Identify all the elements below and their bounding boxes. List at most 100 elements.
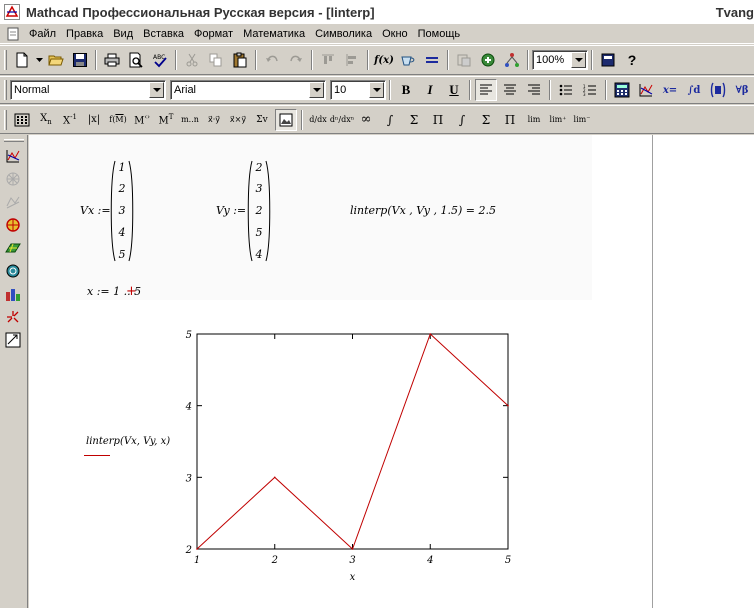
definite-integral-icon[interactable]: ∫ [379, 109, 401, 131]
toolbar-grip[interactable] [4, 50, 7, 70]
menu-window[interactable]: Окно [377, 28, 413, 40]
bold-button[interactable]: B [395, 79, 417, 101]
dot-product-icon[interactable]: x⃗·y⃗ [203, 109, 225, 131]
evaluation-toolbar-icon[interactable]: x= [659, 79, 681, 101]
italic-button[interactable]: I [419, 79, 441, 101]
menu-file[interactable]: Файл [24, 28, 61, 40]
align-top-icon[interactable] [317, 49, 339, 71]
open-folder-icon[interactable] [45, 49, 67, 71]
vy-definition-label[interactable]: Vy := [216, 204, 246, 217]
picture-icon[interactable] [275, 108, 297, 131]
graph-palette-icon[interactable] [2, 145, 24, 167]
transpose-icon[interactable]: MT [155, 109, 177, 131]
insert-component-icon[interactable] [453, 49, 475, 71]
copy-icon[interactable] [205, 49, 227, 71]
help-question-icon[interactable]: ? [621, 49, 643, 71]
worksheet[interactable]: Vx := 1 2 3 4 5 Vy := 2 3 2 5 4 linterp(… [29, 135, 754, 608]
calculate-icon[interactable] [421, 49, 443, 71]
font-select[interactable]: Arial [170, 80, 326, 100]
numbered-list-icon[interactable]: 123 [579, 79, 601, 101]
vx-matrix[interactable]: 1 2 3 4 5 [109, 159, 135, 263]
align-center-icon[interactable] [499, 79, 521, 101]
summation-icon[interactable]: Σ [403, 109, 425, 131]
range-variable-icon[interactable]: m..n [179, 109, 201, 131]
toolbar-grip[interactable] [4, 80, 7, 100]
svg-text:3: 3 [583, 92, 586, 96]
derivative-icon[interactable]: d/dx [307, 109, 329, 131]
zoom-select[interactable]: 100% [532, 50, 588, 70]
contour-plot-icon[interactable] [2, 214, 24, 236]
vector-sum-icon[interactable]: Σv [251, 109, 273, 131]
vy-matrix[interactable]: 2 3 2 5 4 [246, 159, 272, 263]
redo-icon[interactable] [285, 49, 307, 71]
right-limit-icon[interactable]: lim⁺ [547, 109, 569, 131]
determinant-icon[interactable]: |x| [83, 109, 105, 131]
component-wizard-icon[interactable] [477, 49, 499, 71]
chevron-down-icon[interactable] [369, 82, 384, 98]
inverse-icon[interactable]: X-1 [59, 109, 81, 131]
menu-help[interactable]: Помощь [413, 28, 466, 40]
cross-product-icon[interactable]: x⃗×y⃗ [227, 109, 249, 131]
document-icon[interactable] [6, 27, 20, 41]
vectorize-icon[interactable]: f(M) [107, 109, 129, 131]
iterated-product-icon[interactable]: Π [427, 109, 449, 131]
column-icon[interactable]: M‹› [131, 109, 153, 131]
infinity-icon[interactable]: ∞ [355, 109, 377, 131]
paste-icon[interactable] [229, 49, 251, 71]
align-right-icon[interactable] [523, 79, 545, 101]
bar-chart-icon[interactable] [2, 283, 24, 305]
left-limit-icon[interactable]: lim⁻ [571, 109, 593, 131]
range-sum-icon[interactable]: Σ [475, 109, 497, 131]
surface-plot-icon[interactable] [2, 191, 24, 213]
insert-unit-icon[interactable] [397, 49, 419, 71]
toolbar-grip[interactable] [4, 109, 7, 130]
font-size-select[interactable]: 10 [330, 80, 386, 100]
new-dropdown-icon[interactable] [35, 49, 43, 71]
menu-insert[interactable]: Вставка [138, 28, 189, 40]
print-preview-icon[interactable] [125, 49, 147, 71]
range-product-icon[interactable]: Π [499, 109, 521, 131]
3d-bar-icon[interactable] [2, 260, 24, 282]
chevron-down-icon[interactable] [309, 82, 324, 98]
align-down-icon[interactable] [341, 49, 363, 71]
subscript-icon[interactable]: Xn [35, 109, 57, 131]
xy-plot[interactable]: 123452345x [184, 325, 529, 595]
menu-math[interactable]: Математика [238, 28, 310, 40]
polar-plot-icon[interactable] [2, 168, 24, 190]
resource-center-icon[interactable] [501, 49, 523, 71]
insert-matrix-icon[interactable] [11, 109, 33, 131]
menu-format[interactable]: Формат [189, 28, 238, 40]
graph-toolbar-icon[interactable] [635, 79, 657, 101]
vx-definition-label[interactable]: Vx := [80, 204, 111, 217]
menu-view[interactable]: Вид [108, 28, 138, 40]
greek-toolbar-icon[interactable]: ∀β [731, 79, 753, 101]
align-left-icon[interactable] [475, 79, 497, 101]
calculus-toolbar-icon[interactable]: ∫d [683, 79, 705, 101]
toolbar-separator [367, 50, 369, 70]
linterp-evaluation[interactable]: linterp(Vx , Vy , 1.5) = 2.5 [350, 204, 496, 217]
bullet-list-icon[interactable] [555, 79, 577, 101]
cut-icon[interactable] [181, 49, 203, 71]
limit-icon[interactable]: lim [523, 109, 545, 131]
resources-book-icon[interactable] [597, 49, 619, 71]
style-select[interactable]: Normal [10, 80, 166, 100]
chevron-down-icon[interactable] [149, 82, 164, 98]
3d-scatter-icon[interactable] [2, 237, 24, 259]
print-icon[interactable] [101, 49, 123, 71]
new-document-icon[interactable] [11, 49, 33, 71]
nth-derivative-icon[interactable]: dⁿ/dxⁿ [330, 109, 354, 131]
matrix-toolbar-icon[interactable] [707, 79, 729, 101]
indefinite-integral-icon[interactable]: ∫ [451, 109, 473, 131]
insert-function-icon[interactable]: f(x) [373, 49, 395, 71]
plot-wizard-icon[interactable] [2, 329, 24, 351]
chevron-down-icon[interactable] [571, 52, 586, 68]
menu-edit[interactable]: Правка [61, 28, 108, 40]
save-icon[interactable] [69, 49, 91, 71]
palette-grip[interactable] [3, 139, 24, 142]
undo-icon[interactable] [261, 49, 283, 71]
menu-symbolics[interactable]: Символика [310, 28, 377, 40]
spell-check-icon[interactable]: ABC [149, 49, 171, 71]
underline-button[interactable]: U [443, 79, 465, 101]
vector-field-icon[interactable] [2, 306, 24, 328]
calculator-toolbar-icon[interactable] [611, 79, 633, 101]
